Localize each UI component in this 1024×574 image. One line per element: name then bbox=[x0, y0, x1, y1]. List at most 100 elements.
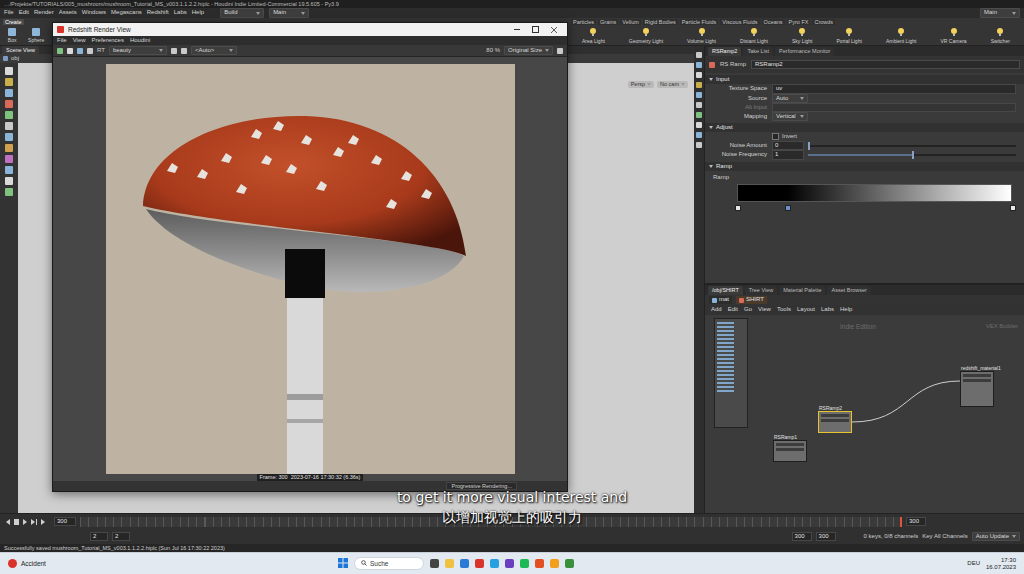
render-icon[interactable] bbox=[57, 48, 63, 54]
shelf-tab[interactable]: Grains bbox=[598, 19, 618, 26]
path-chip[interactable]: SHIRT bbox=[736, 296, 767, 303]
menu-item[interactable]: Layout bbox=[797, 306, 815, 313]
snapshot-icon[interactable] bbox=[77, 48, 83, 54]
display-icon[interactable] bbox=[696, 52, 702, 58]
main-dropdown[interactable]: Main bbox=[980, 8, 1020, 17]
param-field[interactable]: uv bbox=[772, 84, 1016, 93]
pane-tab[interactable]: RSRamp2 bbox=[708, 47, 741, 56]
shelf-tab[interactable]: Particle Fluids bbox=[680, 19, 719, 26]
shelf-tab[interactable]: Create bbox=[3, 19, 24, 26]
view-path[interactable]: obj bbox=[11, 55, 19, 62]
slider-knob[interactable] bbox=[912, 151, 914, 159]
tool-icon[interactable] bbox=[5, 155, 13, 163]
display-icon[interactable] bbox=[696, 102, 702, 108]
shelf-tab[interactable]: Crowds bbox=[812, 19, 835, 26]
auto-update-menu[interactable]: Auto Update bbox=[972, 532, 1020, 541]
pane-tab[interactable]: /obj/SHIRT bbox=[708, 286, 743, 295]
display-icon[interactable] bbox=[696, 72, 702, 78]
channel-icon[interactable] bbox=[171, 48, 177, 54]
shelf-tool[interactable]: Sphere bbox=[28, 28, 44, 43]
menu-item[interactable]: Add bbox=[711, 306, 722, 313]
render-canvas[interactable]: Frame: 300 2023-07-16 17:30:32 (6.36s) bbox=[53, 57, 567, 481]
current-frame-field[interactable]: 300 bbox=[54, 517, 76, 526]
rt-label[interactable]: RT bbox=[97, 47, 105, 54]
menu-item[interactable]: Houdini bbox=[130, 37, 150, 44]
menu-item[interactable]: Edit bbox=[728, 306, 738, 313]
app-icon[interactable] bbox=[445, 559, 454, 568]
gear-icon[interactable] bbox=[557, 48, 563, 54]
tool-icon[interactable] bbox=[5, 111, 13, 119]
pane-tab[interactable]: Asset Browser bbox=[827, 286, 870, 295]
slider[interactable] bbox=[808, 154, 1016, 156]
tool-icon[interactable] bbox=[5, 122, 13, 130]
app-icon[interactable] bbox=[505, 559, 514, 568]
shelf-tab[interactable]: Rigid Bodies bbox=[643, 19, 678, 26]
display-icon[interactable] bbox=[696, 132, 702, 138]
display-icon[interactable] bbox=[696, 92, 702, 98]
shelf-tool[interactable]: Sky Light bbox=[792, 27, 813, 44]
shelf-tool[interactable]: Ambient Light bbox=[886, 27, 917, 44]
shelf-tab[interactable]: Oceans bbox=[762, 19, 785, 26]
slider-knob[interactable] bbox=[808, 142, 810, 150]
param-menu[interactable]: Auto bbox=[772, 94, 808, 103]
start-field-2[interactable]: 2 bbox=[112, 532, 130, 541]
shelf-tab[interactable]: Pyro FX bbox=[787, 19, 811, 26]
maximize-icon[interactable] bbox=[532, 26, 539, 33]
view-tab[interactable]: Scene View bbox=[2, 46, 39, 55]
app-icon[interactable] bbox=[490, 559, 499, 568]
network-node[interactable]: redshift_material1 bbox=[960, 371, 994, 407]
shelf-tool[interactable]: Distant Light bbox=[740, 27, 768, 44]
clock[interactable]: 17:3016.07.2023 bbox=[986, 557, 1016, 571]
menu-item[interactable]: Go bbox=[744, 306, 752, 313]
menu-item[interactable]: Megascans bbox=[111, 9, 142, 16]
menu-item[interactable]: File bbox=[57, 37, 67, 44]
app-icon[interactable] bbox=[520, 559, 529, 568]
tool-icon[interactable] bbox=[5, 166, 13, 174]
ramp-gradient[interactable] bbox=[737, 184, 1012, 202]
menu-item[interactable]: Help bbox=[192, 9, 204, 16]
pane-tab[interactable]: Take List bbox=[743, 47, 773, 56]
start-field[interactable]: 2 bbox=[90, 532, 108, 541]
pane-tab[interactable]: Tree View bbox=[745, 286, 777, 295]
tool-icon[interactable] bbox=[5, 100, 13, 108]
pane-tab[interactable]: Performance Monitor bbox=[775, 47, 834, 56]
display-icon[interactable] bbox=[696, 112, 702, 118]
param-menu[interactable]: Vertical bbox=[772, 112, 808, 121]
shelf-tab[interactable]: Viscous Fluids bbox=[720, 19, 759, 26]
menu-item[interactable]: Labs bbox=[821, 306, 834, 313]
display-icon[interactable] bbox=[696, 142, 702, 148]
menu-item[interactable]: Windows bbox=[82, 9, 106, 16]
tool-icon[interactable] bbox=[5, 78, 13, 86]
close-icon[interactable] bbox=[551, 27, 557, 33]
display-icon[interactable] bbox=[696, 122, 702, 128]
app-icon[interactable] bbox=[430, 559, 439, 568]
size-dropdown[interactable]: Original Size bbox=[504, 46, 553, 55]
value-field[interactable]: 1 bbox=[772, 150, 804, 159]
key-all-channels[interactable]: Key All Channels bbox=[922, 533, 967, 540]
menu-item[interactable]: Render bbox=[34, 9, 54, 16]
range-end-field[interactable]: 300 bbox=[792, 532, 812, 541]
range-end-field-2[interactable]: 300 bbox=[816, 532, 836, 541]
shelf-tool[interactable]: Area Light bbox=[582, 27, 605, 44]
desktop-dropdown[interactable]: Build bbox=[220, 8, 264, 17]
ramp-key[interactable] bbox=[1010, 205, 1016, 211]
menu-item[interactable]: Assets bbox=[59, 9, 77, 16]
display-icon[interactable] bbox=[696, 82, 702, 88]
minimize-icon[interactable] bbox=[514, 29, 520, 30]
network-canvas[interactable]: Indie EditionVEX BuilderRSRamp2RSRamp1re… bbox=[705, 315, 1024, 513]
shelf-tool[interactable]: Volume Light bbox=[687, 27, 716, 44]
shelf-tool[interactable]: Geometry Light bbox=[629, 27, 663, 44]
camera-menu[interactable]: No cam bbox=[657, 81, 688, 88]
menu-item[interactable]: Labs bbox=[174, 9, 187, 16]
menu-item[interactable]: View bbox=[758, 306, 771, 313]
section-header[interactable]: Input bbox=[705, 75, 1024, 84]
tool-icon[interactable] bbox=[5, 67, 13, 75]
menu-item[interactable]: File bbox=[4, 9, 14, 16]
menu-item[interactable]: Redshift bbox=[147, 9, 169, 16]
end-frame-field[interactable]: 300 bbox=[906, 517, 926, 526]
app-icon[interactable] bbox=[460, 559, 469, 568]
shelf-tab[interactable]: Vellum bbox=[620, 19, 641, 26]
menu-item[interactable]: View bbox=[73, 37, 86, 44]
tool-icon[interactable] bbox=[5, 133, 13, 141]
network-node[interactable]: RSRamp1 bbox=[773, 440, 807, 462]
